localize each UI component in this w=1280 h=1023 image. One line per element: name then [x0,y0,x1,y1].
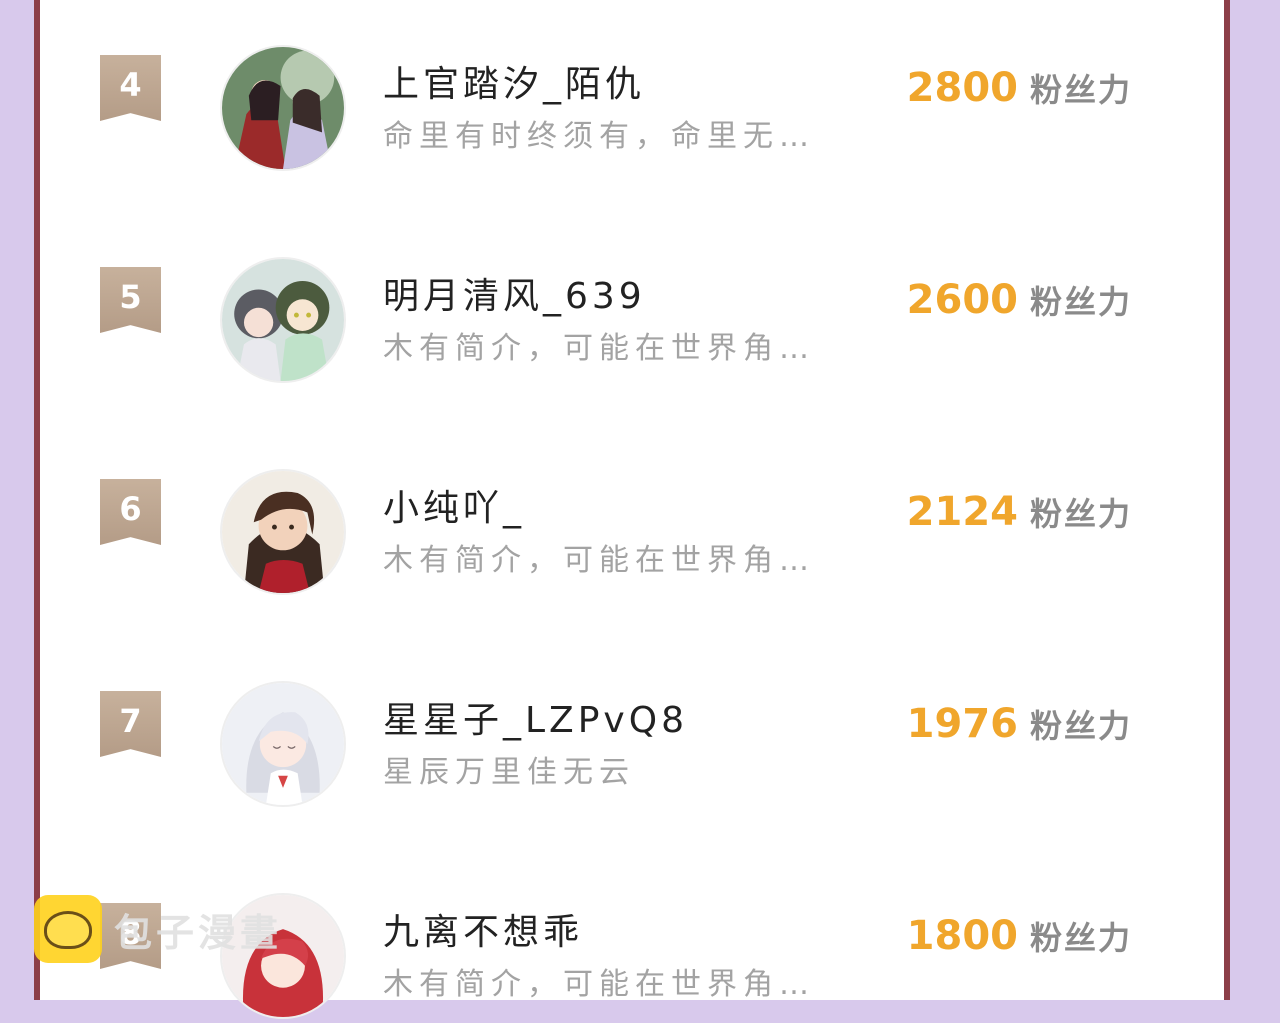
fan-power: 2124 粉丝力 [907,489,1132,535]
user-bio: 木有简介，可能在世界角… [383,543,815,578]
user-name[interactable]: 九离不想乖 [383,903,583,955]
fan-power: 1976 粉丝力 [907,701,1132,747]
bun-logo-icon [34,895,102,963]
fan-power: 2600 粉丝力 [907,277,1132,323]
user-bio: 命里有时终须有，命里无… [383,119,815,154]
fan-power-unit: 粉丝力 [1029,919,1132,957]
user-bio: 木有简介，可能在世界角… [383,967,815,1002]
fan-power-value: 2124 [906,489,1018,535]
avatar[interactable] [220,469,346,595]
rank-badge: 6 [100,479,161,545]
watermark: 包子漫畫 [34,895,282,963]
list-item[interactable]: 4 上官踏汐_陌仇 命里有时终须有，命里无… 2800 粉丝力 [40,45,1224,175]
fan-power-value: 1976 [906,701,1018,747]
fan-power: 1800 粉丝力 [907,913,1132,959]
user-name[interactable]: 明月清风_639 [383,267,646,319]
fan-power-unit: 粉丝力 [1029,495,1132,533]
avatar[interactable] [220,681,346,807]
rank-badge: 4 [100,55,161,121]
fan-power-unit: 粉丝力 [1029,707,1132,745]
rank-badge: 5 [100,267,161,333]
avatar[interactable] [220,45,346,171]
user-name[interactable]: 上官踏汐_陌仇 [383,55,645,107]
fan-power: 2800 粉丝力 [907,65,1132,111]
avatar-red-robed-couple [222,47,344,169]
fan-power-value: 1800 [906,913,1018,959]
fan-power-unit: 粉丝力 [1029,71,1132,109]
user-name[interactable]: 星星子_LZPvQ8 [383,691,688,743]
list-item[interactable]: 6 小纯吖_ 木有简介，可能在世界角… 2124 粉丝力 [40,469,1224,599]
list-item[interactable]: 7 星星子_LZPvQ8 星辰万里佳无云 1976 粉丝力 [40,681,1224,811]
user-bio: 木有简介，可能在世界角… [383,331,815,366]
rank-badge: 7 [100,691,161,757]
user-name[interactable]: 小纯吖_ [383,479,525,531]
fan-power-value: 2800 [906,65,1018,111]
avatar[interactable] [220,257,346,383]
fan-power-unit: 粉丝力 [1029,283,1132,321]
avatar-chibi-pair [222,259,344,381]
avatar-dark-haired-youth [222,471,344,593]
user-bio: 星辰万里佳无云 [383,755,635,790]
avatar-white-haired-girl [222,683,344,805]
fan-power-value: 2600 [906,277,1018,323]
ranking-panel: 4 上官踏汐_陌仇 命里有时终须有，命里无… 2800 粉丝力 5 明月清风_6… [34,0,1230,1019]
list-item[interactable]: 5 明月清风_639 木有简介，可能在世界角… 2600 粉丝力 [40,257,1224,387]
watermark-text: 包子漫畫 [114,910,283,955]
